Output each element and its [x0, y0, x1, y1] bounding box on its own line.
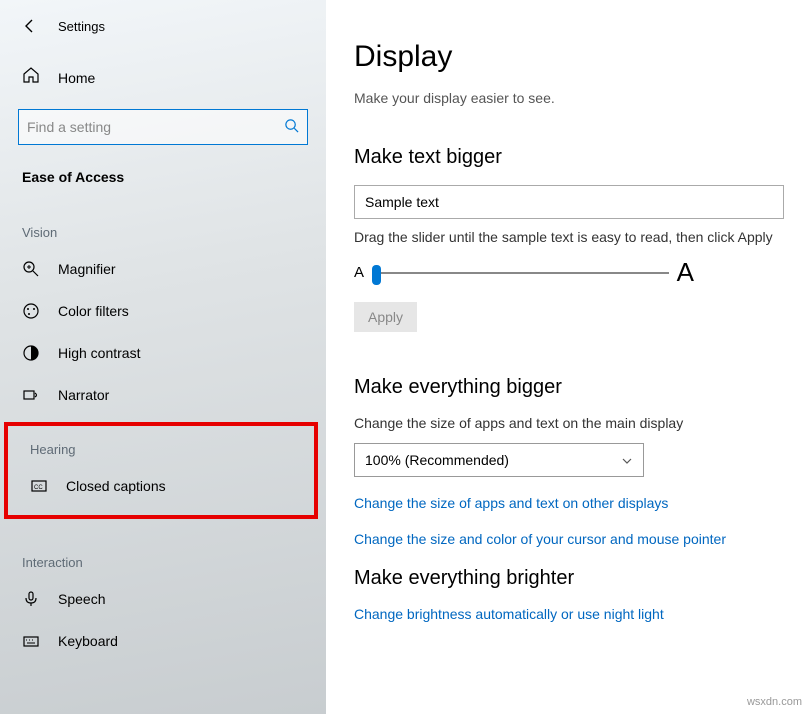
section-everything-bigger: Make everything bigger	[354, 376, 784, 399]
sidebar-item-magnifier[interactable]: Magnifier	[0, 248, 326, 290]
link-night-light[interactable]: Change brightness automatically or use n…	[354, 606, 784, 622]
group-interaction-label: Interaction	[0, 525, 326, 578]
slider-instruction: Drag the slider until the sample text is…	[354, 229, 784, 245]
link-other-displays[interactable]: Change the size of apps and text on othe…	[354, 495, 784, 511]
slider-max-label: A	[677, 257, 694, 288]
sidebar-item-label: Narrator	[58, 387, 109, 403]
keyboard-icon	[22, 632, 40, 650]
scale-dropdown[interactable]: 100% (Recommended)	[354, 443, 644, 477]
section-brighter: Make everything brighter	[354, 567, 784, 590]
sidebar-item-narrator[interactable]: Narrator	[0, 374, 326, 416]
apply-button[interactable]: Apply	[354, 302, 417, 332]
sidebar-item-label: Magnifier	[58, 261, 116, 277]
chevron-down-icon	[621, 454, 633, 466]
sidebar-item-label: High contrast	[58, 345, 140, 361]
back-icon[interactable]	[22, 18, 38, 34]
sidebar-item-keyboard[interactable]: Keyboard	[0, 620, 326, 662]
watermark: wsxdn.com	[747, 696, 802, 708]
search-input-container[interactable]	[18, 109, 308, 145]
sidebar-item-color-filters[interactable]: Color filters	[0, 290, 326, 332]
search-input[interactable]	[27, 119, 284, 135]
page-subtitle: Make your display easier to see.	[354, 90, 784, 106]
group-vision-label: Vision	[0, 195, 326, 248]
sidebar-item-speech[interactable]: Speech	[0, 578, 326, 620]
search-icon	[284, 118, 299, 137]
sidebar-item-high-contrast[interactable]: High contrast	[0, 332, 326, 374]
sidebar-header: Settings	[0, 0, 326, 50]
link-cursor-pointer[interactable]: Change the size and color of your cursor…	[354, 531, 784, 547]
text-size-slider-row: A A	[354, 257, 694, 288]
group-hearing-label: Hearing	[8, 426, 314, 465]
contrast-icon	[22, 344, 40, 362]
home-icon	[22, 66, 40, 89]
section-text-bigger: Make text bigger	[354, 146, 784, 169]
magnifier-icon	[22, 260, 40, 278]
highlight-box: Hearing CC Closed captions	[4, 422, 318, 519]
sidebar: Settings Home Ease of Access Vision Magn…	[0, 0, 326, 714]
window-title: Settings	[58, 19, 105, 34]
svg-text:CC: CC	[34, 485, 43, 491]
sample-text-box: Sample text	[354, 185, 784, 219]
narrator-icon	[22, 386, 40, 404]
sidebar-item-label: Closed captions	[66, 478, 166, 494]
sidebar-item-label: Color filters	[58, 303, 129, 319]
microphone-icon	[22, 590, 40, 608]
home-label: Home	[58, 70, 95, 86]
page-title: Display	[354, 40, 784, 74]
text-size-slider[interactable]	[372, 272, 669, 274]
main-content: Display Make your display easier to see.…	[326, 0, 812, 714]
home-nav[interactable]: Home	[0, 56, 326, 99]
palette-icon	[22, 302, 40, 320]
sidebar-item-label: Keyboard	[58, 633, 118, 649]
slider-min-label: A	[354, 264, 364, 281]
dropdown-value: 100% (Recommended)	[365, 452, 509, 468]
sidebar-item-label: Speech	[58, 591, 105, 607]
sidebar-item-closed-captions[interactable]: CC Closed captions	[8, 465, 314, 507]
section-title: Ease of Access	[0, 145, 326, 195]
scale-description: Change the size of apps and text on the …	[354, 415, 784, 431]
slider-thumb[interactable]	[372, 265, 381, 285]
cc-icon: CC	[30, 477, 48, 495]
